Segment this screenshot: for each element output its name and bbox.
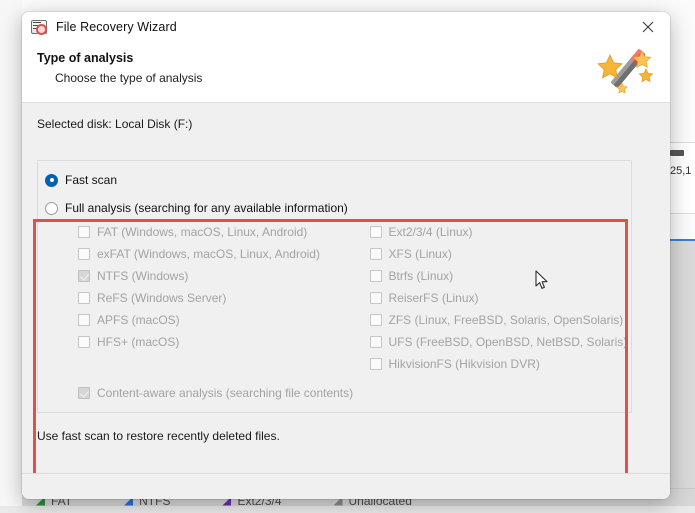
checkbox-ntfs-box[interactable] — [78, 270, 90, 282]
file-recovery-wizard-dialog: File Recovery Wizard Type of analysis Ch… — [22, 12, 670, 499]
dialog-footer: Help Next > Close — [22, 474, 670, 499]
checkbox-exfat-box[interactable] — [78, 248, 90, 260]
checkbox-apfs[interactable]: APFS (macOS) — [78, 309, 335, 331]
checkbox-refs-box[interactable] — [78, 292, 90, 304]
dialog-header: Type of analysis Choose the type of anal… — [22, 42, 670, 103]
checkbox-apfs-box[interactable] — [78, 314, 90, 326]
radio-full-analysis-indicator[interactable] — [45, 201, 58, 215]
checkbox-xfs-label: XFS (Linux) — [388, 247, 452, 261]
checkbox-reiserfs[interactable]: ReiserFS (Linux) — [369, 287, 632, 309]
checkbox-exfat[interactable]: exFAT (Windows, macOS, Linux, Android) — [78, 243, 335, 265]
background-card-value: 25,1 — [670, 165, 692, 177]
checkbox-hikvisionfs-box[interactable] — [369, 358, 382, 370]
background-left-strip — [0, 0, 22, 513]
checkbox-ext234-box[interactable] — [369, 226, 382, 238]
checkbox-apfs-label: APFS (macOS) — [97, 313, 180, 327]
checkbox-zfs-label: ZFS (Linux, FreeBSD, Solaris, OpenSolari… — [388, 313, 624, 327]
checkbox-xfs-box[interactable] — [369, 248, 382, 260]
checkbox-ufs-label: UFS (FreeBSD, OpenBSD, NetBSD, Solaris) — [388, 335, 628, 349]
checkbox-btrfs-label: Btrfs (Linux) — [388, 269, 454, 283]
dialog-titlebar: File Recovery Wizard — [22, 12, 670, 42]
close-icon[interactable] — [626, 12, 670, 42]
checkbox-hfsplus[interactable]: HFS+ (macOS) — [78, 331, 335, 353]
checkbox-btrfs-box[interactable] — [369, 270, 382, 282]
checkbox-content-aware-label: Content-aware analysis (searching file c… — [97, 386, 354, 400]
checkbox-reiserfs-box[interactable] — [369, 292, 382, 304]
checkbox-zfs-box[interactable] — [369, 314, 382, 326]
checkbox-btrfs[interactable]: Btrfs (Linux) — [369, 265, 632, 287]
checkbox-refs[interactable]: ReFS (Windows Server) — [78, 287, 335, 309]
checkbox-refs-label: ReFS (Windows Server) — [97, 291, 227, 305]
checkbox-zfs[interactable]: ZFS (Linux, FreeBSD, Solaris, OpenSolari… — [369, 309, 632, 331]
checkbox-ufs-box[interactable] — [369, 336, 382, 348]
checkbox-exfat-label: exFAT (Windows, macOS, Linux, Android) — [97, 247, 320, 261]
bar-icon — [670, 150, 684, 156]
page-title: Type of analysis — [37, 51, 134, 65]
checkbox-content-aware[interactable]: Content-aware analysis (searching file c… — [78, 386, 353, 400]
background-bottom-edge — [0, 506, 695, 513]
dialog-title: File Recovery Wizard — [56, 20, 177, 34]
checkbox-ntfs-label: NTFS (Windows) — [97, 269, 189, 283]
page-subtitle: Choose the type of analysis — [55, 71, 203, 85]
checkbox-ext234-label: Ext2/3/4 (Linux) — [388, 225, 473, 239]
filesystem-column-left: FAT (Windows, macOS, Linux, Android) exF… — [38, 221, 335, 375]
checkbox-hfsplus-box[interactable] — [78, 336, 90, 348]
checkbox-content-aware-box[interactable] — [78, 387, 90, 399]
checkbox-ntfs[interactable]: NTFS (Windows) — [78, 265, 335, 287]
checkbox-ext234[interactable]: Ext2/3/4 (Linux) — [369, 221, 632, 243]
radio-full-analysis-label: Full analysis (searching for any availab… — [65, 201, 348, 215]
filesystem-column-right: Ext2/3/4 (Linux) XFS (Linux) Btrfs (Linu… — [335, 221, 632, 375]
hint-text: Use fast scan to restore recently delete… — [37, 429, 280, 443]
analysis-options-panel: Fast scan Full analysis (searching for a… — [37, 160, 632, 413]
filesystem-checkbox-grid: FAT (Windows, macOS, Linux, Android) exF… — [38, 221, 631, 375]
app-icon — [31, 19, 48, 36]
dialog-body: Selected disk: Local Disk (F:) Fast scan… — [22, 103, 670, 499]
checkbox-fat-label: FAT (Windows, macOS, Linux, Android) — [97, 225, 308, 239]
checkbox-hikvisionfs-label: HikvisionFS (Hikvision DVR) — [388, 357, 540, 371]
radio-full-analysis[interactable]: Full analysis (searching for any availab… — [38, 199, 631, 217]
radio-fast-scan[interactable]: Fast scan — [38, 171, 631, 189]
checkbox-xfs[interactable]: XFS (Linux) — [369, 243, 632, 265]
radio-fast-scan-indicator[interactable] — [45, 173, 58, 187]
radio-fast-scan-label: Fast scan — [65, 173, 118, 187]
checkbox-fat[interactable]: FAT (Windows, macOS, Linux, Android) — [78, 221, 335, 243]
checkbox-reiserfs-label: ReiserFS (Linux) — [388, 291, 479, 305]
checkbox-ufs[interactable]: UFS (FreeBSD, OpenBSD, NetBSD, Solaris) — [369, 331, 632, 353]
checkbox-hfsplus-label: HFS+ (macOS) — [97, 335, 180, 349]
checkbox-hikvisionfs[interactable]: HikvisionFS (Hikvision DVR) — [369, 353, 632, 375]
selected-disk-label: Selected disk: Local Disk (F:) — [37, 117, 193, 131]
checkbox-fat-box[interactable] — [78, 226, 90, 238]
magic-wand-icon — [597, 48, 654, 94]
